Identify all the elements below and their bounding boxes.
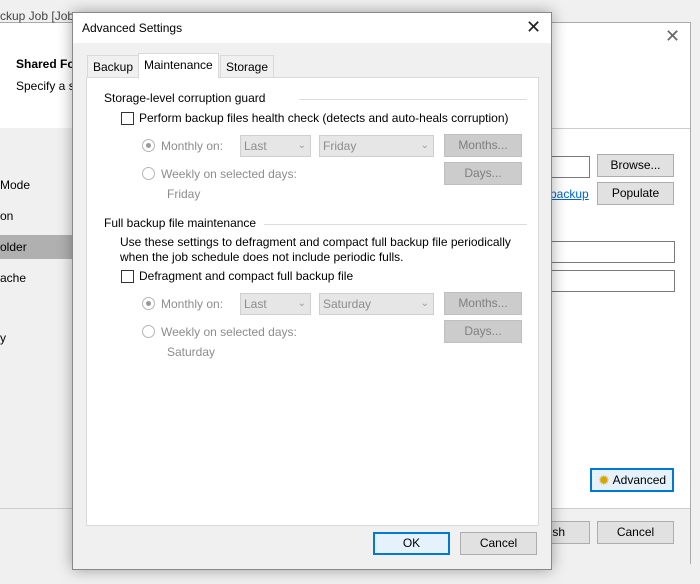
- tab-maintenance[interactable]: Maintenance: [138, 53, 219, 79]
- maintenance-panel: Storage-level corruption guard Perform b…: [86, 77, 539, 526]
- maintenance-weekly-summary: Saturday: [167, 345, 216, 359]
- maintenance-day-select[interactable]: Saturday ⌄: [319, 293, 434, 315]
- chevron-down-icon: ⌄: [297, 298, 306, 309]
- cancel-button[interactable]: Cancel: [460, 532, 537, 555]
- maintenance-monthly-radio[interactable]: [142, 297, 155, 310]
- maintenance-group-label: Full backup file maintenance: [104, 216, 257, 230]
- corruption-day-select[interactable]: Friday ⌄: [319, 135, 434, 157]
- field-1-input[interactable]: [540, 241, 675, 263]
- maintenance-description-line1: Use these settings to defragment and com…: [120, 235, 511, 249]
- wizard-title: ckup Job [Job: [0, 9, 75, 23]
- maintenance-description-line2: when the job schedule does not include p…: [120, 250, 404, 264]
- maintenance-week-select[interactable]: Last ⌄: [240, 293, 311, 315]
- corruption-months-button[interactable]: Months...: [444, 134, 522, 157]
- dialog-close-icon[interactable]: ✕: [526, 17, 541, 38]
- corruption-weekly-summary: Friday: [167, 187, 201, 201]
- corruption-day-value: Friday: [323, 139, 357, 153]
- chevron-down-icon: ⌄: [420, 298, 429, 309]
- group-divider: [264, 224, 527, 225]
- corruption-week-select[interactable]: Last ⌄: [240, 135, 311, 157]
- sidebar-item-y[interactable]: y: [0, 326, 75, 350]
- defragment-checkbox[interactable]: [121, 270, 134, 283]
- maintenance-week-value: Last: [244, 297, 267, 311]
- corruption-week-value: Last: [244, 139, 267, 153]
- advanced-button[interactable]: ✹ Advanced: [590, 468, 674, 492]
- ok-button[interactable]: OK: [373, 532, 450, 555]
- field-2-input[interactable]: [540, 270, 675, 292]
- wizard-cancel-button[interactable]: Cancel: [597, 521, 674, 544]
- chevron-down-icon: ⌄: [297, 140, 306, 151]
- advanced-button-label: Advanced: [612, 473, 667, 487]
- wizard-step-subtitle: Specify a s: [16, 79, 75, 93]
- dialog-title: Advanced Settings: [82, 21, 183, 35]
- health-check-checkbox[interactable]: [121, 112, 134, 125]
- populate-button[interactable]: Populate: [597, 182, 674, 205]
- tab-backup[interactable]: Backup: [87, 55, 140, 77]
- corruption-monthly-label: Monthly on:: [161, 139, 224, 153]
- maintenance-weekly-label: Weekly on selected days:: [161, 325, 297, 339]
- browse-button[interactable]: Browse...: [597, 154, 674, 177]
- wizard-step-title: Shared Fo: [16, 57, 75, 71]
- maintenance-day-value: Saturday: [323, 297, 372, 311]
- wizard-close-icon[interactable]: ✕: [665, 26, 680, 47]
- maintenance-weekly-radio[interactable]: [142, 325, 155, 338]
- gear-icon: ✹: [597, 472, 610, 488]
- corruption-weekly-label: Weekly on selected days:: [161, 167, 297, 181]
- advanced-settings-dialog: Advanced Settings ✕ Backup Maintenance S…: [72, 12, 552, 570]
- backup-link[interactable]: backup: [550, 187, 589, 201]
- chevron-down-icon: ⌄: [420, 140, 429, 151]
- maintenance-monthly-label: Monthly on:: [161, 297, 224, 311]
- dialog-titlebar: Advanced Settings ✕: [73, 13, 551, 43]
- health-check-label: Perform backup files health check (detec…: [139, 111, 509, 125]
- sidebar-item-mode[interactable]: Mode: [0, 173, 75, 197]
- sidebar-item-folder[interactable]: older: [0, 235, 75, 259]
- maintenance-days-button[interactable]: Days...: [444, 320, 522, 343]
- tab-storage[interactable]: Storage: [220, 55, 275, 77]
- corruption-monthly-radio[interactable]: [142, 139, 155, 152]
- sidebar-item-cache[interactable]: ache: [0, 266, 75, 290]
- group-divider: [299, 99, 527, 100]
- corruption-days-button[interactable]: Days...: [444, 162, 522, 185]
- defragment-label: Defragment and compact full backup file: [139, 269, 354, 283]
- maintenance-months-button[interactable]: Months...: [444, 292, 522, 315]
- corruption-guard-group-label: Storage-level corruption guard: [104, 91, 266, 105]
- wizard-sidebar: Mode on older ache y: [0, 128, 75, 508]
- sidebar-item-on[interactable]: on: [0, 204, 75, 228]
- corruption-weekly-radio[interactable]: [142, 167, 155, 180]
